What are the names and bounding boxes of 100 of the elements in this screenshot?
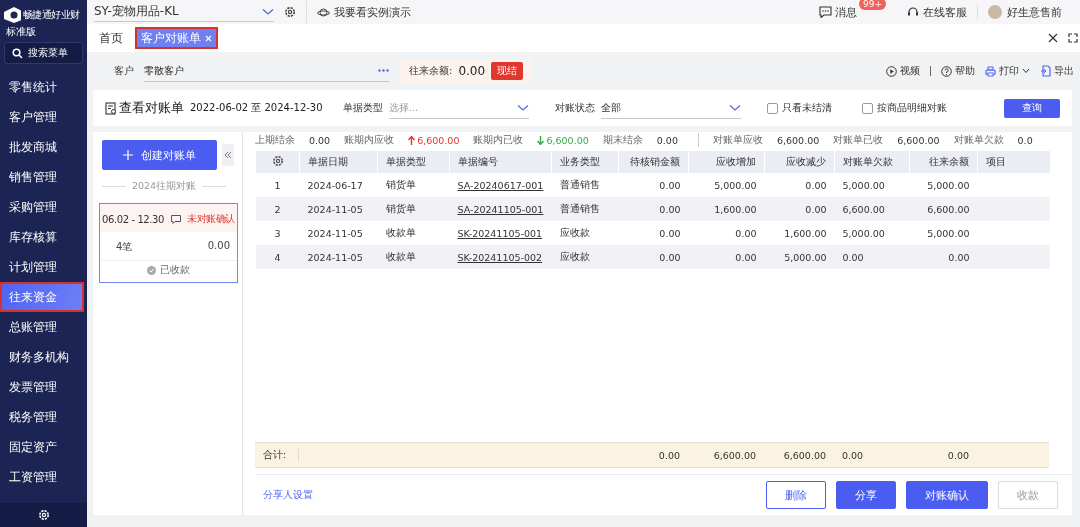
brand-name: 畅捷通好业财 [23,8,80,22]
demo-link[interactable]: 我要看实例演示 [334,4,411,20]
column-header: 单据日期 [299,151,378,173]
table-cell: 2 [255,197,300,221]
headset-icon [907,6,919,18]
chevron-down-icon[interactable] [728,103,741,112]
table-cell: 收款单 [377,245,450,269]
export-icon [1040,65,1051,77]
logo-icon [3,6,21,24]
amount-value: 0.00 [207,240,230,253]
settings-icon[interactable] [271,155,284,167]
arrow-down-icon [537,135,545,145]
table-cell: 0.00 [764,173,835,197]
summary-label: 期末结余 [602,133,643,147]
table-cell: 0.00 [618,173,689,197]
date-range: 2022-06-02 至 2024-12-30 [190,101,323,115]
table-cell: 5,000.00 [834,221,910,245]
sidebar-item[interactable]: 税务管理 [0,402,84,432]
chat-icon [819,6,832,18]
sidebar-item[interactable]: 固定资产 [0,432,84,462]
document-link[interactable]: SK-20241105-001 [449,221,552,245]
table-cell: 0.00 [688,245,765,269]
action-button[interactable]: 分享 [836,481,896,509]
sidebar-item[interactable]: 计划管理 [0,252,84,282]
table-cell: 0.00 [764,197,835,221]
column-header: 待核销金额 [618,151,689,173]
document-link[interactable]: SA-20241105-001 [449,197,552,221]
status-select[interactable]: 全部 [600,97,741,119]
column-header: 业务类型 [551,151,619,173]
checkbox-label[interactable]: 按商品明细对账 [876,101,947,115]
query-button[interactable]: 查询 [1004,98,1060,118]
summary-value: 6,600.00 [408,134,460,146]
create-statement-button[interactable]: 创建对账单 [102,140,217,170]
statement-card[interactable]: 06.02 - 12.30 未对账确认 4笔 0.00 已收款 [99,203,238,283]
panel-title: 查看对账单 [119,99,184,117]
balance-value: 0.00 [458,64,486,78]
table-cell: 销货单 [377,197,450,221]
fullscreen-icon[interactable] [1068,33,1078,43]
share-settings-link[interactable]: 分享人设置 [263,488,313,502]
table-cell: 应收款 [551,221,619,245]
search-icon [12,47,23,59]
table-cell: 2024-06-17 [299,173,378,197]
arrow-up-icon [408,135,416,145]
action-button[interactable]: 对账确认 [906,481,988,509]
toolbar-link[interactable]: 视频 [900,64,920,78]
column-header: 应收增加 [688,151,765,173]
summary-value: 0.00 [309,134,331,146]
support-link[interactable]: 在线客服 [923,4,967,20]
sidebar-item[interactable]: 库存核算 [0,222,84,252]
company-select[interactable]: SY-宠物用品-KL [94,2,274,22]
comment-icon [170,214,181,224]
document-link[interactable]: SK-20241105-002 [449,245,552,269]
checkbox[interactable] [766,102,778,114]
field-label: 对账状态 [554,101,595,115]
sidebar-item[interactable]: 批发商城 [0,132,84,162]
planet-icon [317,6,330,18]
search-menu-button[interactable]: 搜索菜单 [4,42,83,64]
toolbar-link[interactable]: 导出 [1054,64,1074,78]
total-value: 6,600.00 [712,449,757,461]
chevron-down-icon[interactable] [516,103,529,112]
user-name[interactable]: 好生意售前 [1007,4,1062,20]
more-icon[interactable] [378,69,389,72]
sidebar-item[interactable]: 总账管理 [0,312,84,342]
table-cell: 普通销售 [551,197,619,221]
document-link[interactable]: SA-20240617-001 [449,173,552,197]
chevron-down-icon[interactable] [262,7,274,16]
checkbox[interactable] [861,102,873,114]
column-header: 单据类型 [377,151,450,173]
double-chevron-icon [224,151,232,159]
column-header: 单据编号 [449,151,552,173]
table-cell: 2024-11-05 [299,221,378,245]
sidebar-item[interactable]: 往来资金 [0,282,84,312]
tab[interactable]: 首页 [93,27,129,49]
settings-icon[interactable] [284,6,296,18]
sidebar-item[interactable]: 采购管理 [0,192,84,222]
customer-field[interactable]: 零散客户 [144,60,389,82]
table-cell: 5,000.00 [909,173,978,197]
checkbox-label[interactable]: 只看未结清 [781,101,832,115]
table-cell: 1,600.00 [688,197,765,221]
summary-label: 账期内应收 [344,133,395,147]
table-cell: 1,600.00 [764,221,835,245]
toolbar-link[interactable]: 打印 [999,64,1019,78]
sidebar-item[interactable]: 客户管理 [0,102,84,132]
action-button[interactable]: 删除 [766,481,826,509]
sidebar-item[interactable]: 零售统计 [0,72,84,102]
sidebar-item[interactable]: 销售管理 [0,162,84,192]
summary-value: 6,600.00 [776,134,820,146]
caret-icon[interactable] [1022,68,1030,74]
sidebar-item[interactable]: 工资管理 [0,462,84,492]
sidebar-item[interactable]: 发票管理 [0,372,84,402]
collapse-button[interactable] [222,144,234,166]
summary-label: 对账单已收 [833,133,884,147]
summary-label: 对账单欠款 [953,133,1004,147]
close-icon[interactable] [1048,33,1058,43]
toolbar-link[interactable]: 帮助 [955,64,975,78]
table-cell: 6,600.00 [834,197,910,221]
messages-link[interactable]: 消息 [835,4,857,20]
check-circle-icon [147,265,156,275]
sidebar-item[interactable]: 财务多机构 [0,342,84,372]
settlement-tag: 现结 [491,62,524,80]
